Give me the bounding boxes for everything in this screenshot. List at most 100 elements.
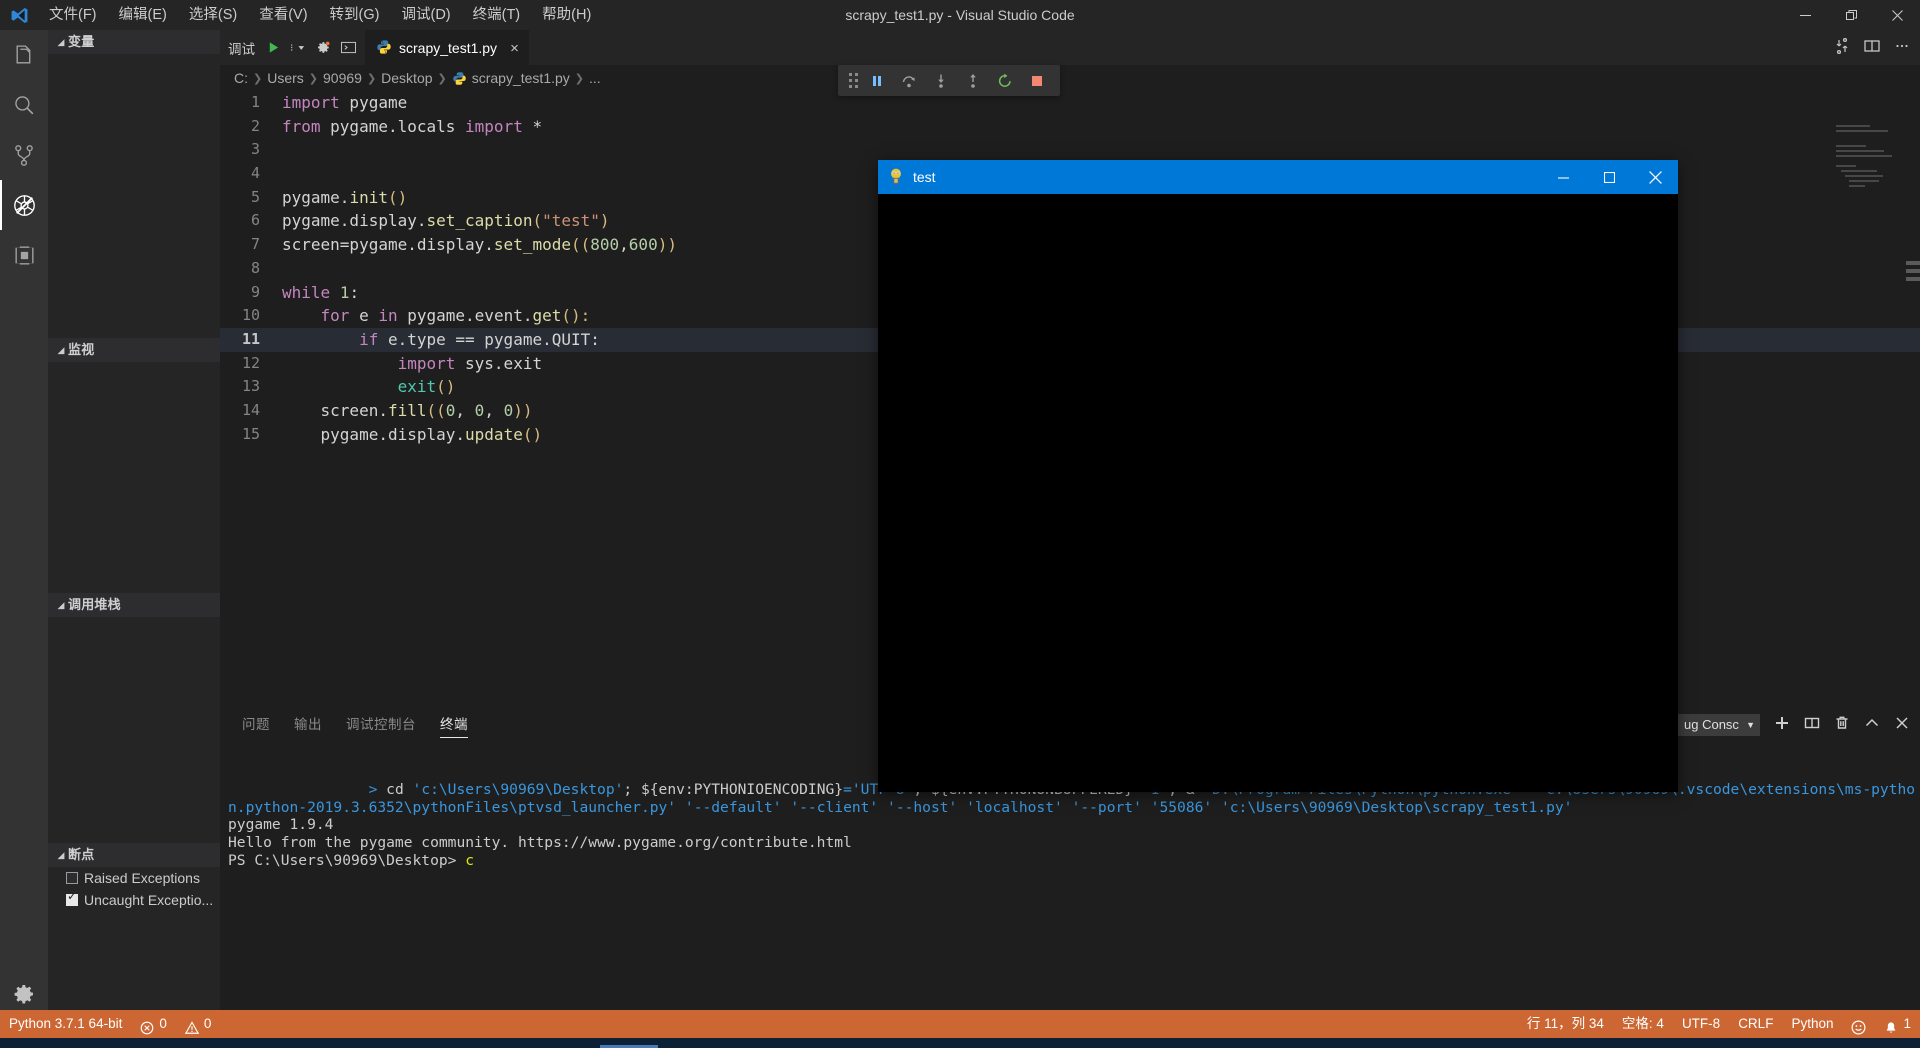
- play-icon[interactable]: [262, 37, 284, 59]
- panel-tab-output[interactable]: 输出: [282, 707, 334, 742]
- panel-tab-problems[interactable]: 问题: [230, 707, 282, 742]
- line-number: 12: [241, 353, 260, 372]
- editor-scrollbar[interactable]: [1906, 261, 1920, 321]
- activity-extensions[interactable]: [0, 230, 48, 280]
- line-text: pygame.display.update(): [282, 424, 543, 444]
- breadcrumb-item-desktop[interactable]: Desktop: [381, 70, 432, 86]
- step-over-button[interactable]: [894, 68, 924, 94]
- breakpoint-item[interactable]: Uncaught Exceptio...: [48, 889, 220, 911]
- line-text: while 1:: [282, 282, 360, 302]
- pygame-maximize-button[interactable]: [1586, 160, 1632, 194]
- editor-tab-scrapy-test1[interactable]: scrapy_test1.py ×: [365, 30, 529, 65]
- watch-list[interactable]: [48, 362, 220, 593]
- activity-explorer[interactable]: [0, 30, 48, 80]
- menu-terminal[interactable]: 终端(T): [462, 0, 532, 30]
- pygame-minimize-button[interactable]: [1540, 160, 1586, 194]
- maximize-panel-icon[interactable]: [1864, 715, 1880, 735]
- open-console-icon[interactable]: [337, 37, 359, 59]
- callstack-list[interactable]: [48, 617, 220, 843]
- close-button[interactable]: [1874, 0, 1920, 30]
- variables-list[interactable]: [48, 54, 220, 338]
- status-feedback[interactable]: [1842, 1010, 1875, 1038]
- breadcrumb-item-user[interactable]: 90969: [323, 70, 362, 86]
- split-terminal-icon[interactable]: [1804, 715, 1820, 735]
- step-into-button[interactable]: [926, 68, 956, 94]
- config-dropdown-icon[interactable]: ⁝: [287, 37, 309, 59]
- breadcrumb-item-symbols[interactable]: ...: [589, 70, 601, 86]
- restore-button[interactable]: [1828, 0, 1874, 30]
- line-text: for e in pygame.event.get():: [320, 306, 591, 326]
- svg-text:⁝: ⁝: [290, 43, 293, 54]
- status-language-mode[interactable]: Python: [1782, 1010, 1842, 1038]
- restart-button[interactable]: [990, 68, 1020, 94]
- chevron-right-icon: ❯: [437, 72, 447, 85]
- pygame-title-bar[interactable]: test: [878, 160, 1678, 194]
- drag-handle-icon[interactable]: [846, 70, 860, 92]
- debug-floating-toolbar[interactable]: [838, 65, 1060, 96]
- menu-edit[interactable]: 编辑(E): [108, 0, 178, 30]
- status-warnings[interactable]: 0: [176, 1010, 221, 1038]
- status-notifications[interactable]: 1: [1875, 1010, 1920, 1038]
- line-text: pygame.init(): [282, 187, 408, 207]
- status-encoding[interactable]: UTF-8: [1673, 1010, 1729, 1038]
- code-line[interactable]: 3: [220, 138, 1920, 162]
- status-python-interpreter[interactable]: Python 3.7.1 64-bit: [0, 1010, 131, 1038]
- more-actions-icon[interactable]: [1894, 38, 1910, 58]
- activity-source-control[interactable]: [0, 130, 48, 180]
- close-panel-icon[interactable]: [1894, 715, 1910, 735]
- pygame-canvas[interactable]: [878, 194, 1678, 792]
- breadcrumb-item-file[interactable]: scrapy_test1.py: [472, 70, 570, 86]
- debug-section-variables[interactable]: ◢ 变量: [48, 30, 220, 54]
- debug-section-callstack[interactable]: ◢ 调用堆栈: [48, 593, 220, 617]
- step-out-button[interactable]: [958, 68, 988, 94]
- breakpoint-item[interactable]: Raised Exceptions: [48, 867, 220, 889]
- kill-terminal-icon[interactable]: [1834, 715, 1850, 735]
- stop-button[interactable]: [1022, 68, 1052, 94]
- pause-button[interactable]: [862, 68, 892, 94]
- breadcrumb: C: ❯ Users ❯ 90969 ❯ Desktop ❯ scrapy_te…: [220, 65, 1920, 91]
- debug-section-watch[interactable]: ◢ 监视: [48, 338, 220, 362]
- panel-tab-terminal[interactable]: 终端: [428, 707, 480, 742]
- menu-view[interactable]: 查看(V): [248, 0, 318, 30]
- code-line[interactable]: 1 import pygame: [220, 91, 1920, 115]
- checkbox-icon[interactable]: [66, 872, 78, 884]
- code-line[interactable]: 2 from pygame.locals import *: [220, 115, 1920, 139]
- window-controls: [1782, 0, 1920, 30]
- terminal-line: Hello from the pygame community. https:/…: [228, 833, 852, 851]
- activity-search[interactable]: [0, 80, 48, 130]
- checkbox-checked-icon[interactable]: [66, 890, 78, 906]
- minimap[interactable]: [1836, 125, 1906, 195]
- breadcrumb-item-drive[interactable]: C:: [234, 70, 248, 86]
- line-number: 9: [250, 282, 260, 301]
- panel-tab-debug-console[interactable]: 调试控制台: [334, 707, 428, 742]
- chevron-down-icon: ◢: [57, 600, 65, 610]
- menu-debug[interactable]: 调试(D): [390, 0, 461, 30]
- status-errors[interactable]: 0: [131, 1010, 176, 1038]
- debug-section-breakpoints-label: 断点: [68, 847, 95, 862]
- menu-file[interactable]: 文件(F): [38, 0, 108, 30]
- menu-help[interactable]: 帮助(H): [531, 0, 602, 30]
- chevron-right-icon: ❯: [366, 72, 377, 85]
- minimize-button[interactable]: [1782, 0, 1828, 30]
- python-file-icon: [452, 71, 467, 86]
- split-editor-icon[interactable]: [1864, 38, 1880, 58]
- close-icon[interactable]: ×: [510, 41, 519, 56]
- status-cursor-position[interactable]: 行 11，列 34: [1518, 1010, 1613, 1038]
- new-terminal-icon[interactable]: [1774, 715, 1790, 735]
- status-indentation[interactable]: 空格: 4: [1613, 1010, 1673, 1038]
- pygame-close-button[interactable]: [1632, 160, 1678, 194]
- breadcrumb-item-users[interactable]: Users: [267, 70, 304, 86]
- menu-selection[interactable]: 选择(S): [178, 0, 248, 30]
- pygame-window[interactable]: test: [878, 160, 1678, 792]
- activity-bar: [0, 30, 48, 1018]
- debug-section-breakpoints[interactable]: ◢ 断点: [48, 843, 220, 867]
- line-text: [260, 257, 282, 281]
- line-number: 5: [250, 187, 260, 206]
- gear-icon[interactable]: [312, 37, 334, 59]
- menu-go[interactable]: 转到(G): [319, 0, 391, 30]
- run-python-file-icon[interactable]: [1834, 37, 1850, 58]
- line-number: 10: [241, 306, 260, 325]
- status-eol[interactable]: CRLF: [1729, 1010, 1782, 1038]
- activity-debug[interactable]: [0, 180, 48, 230]
- terminal-selector-dropdown[interactable]: ug Consc ▼: [1676, 713, 1760, 736]
